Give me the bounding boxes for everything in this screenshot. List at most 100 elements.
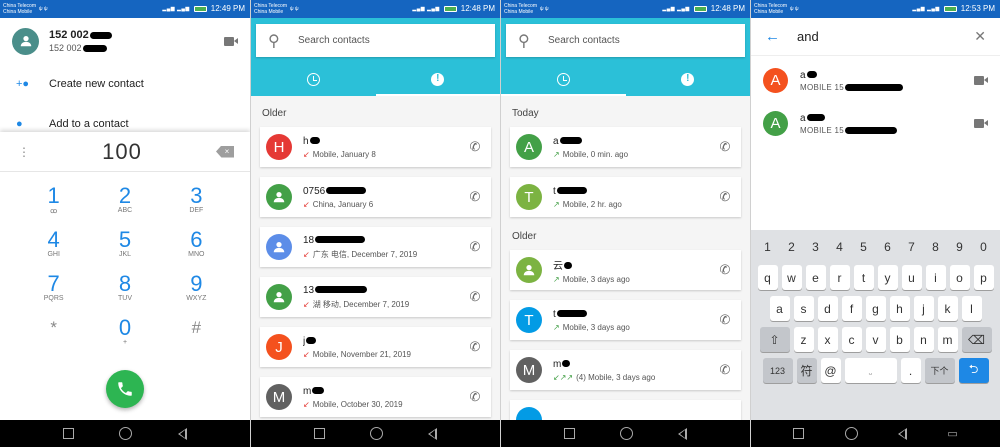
home-icon[interactable]: [369, 427, 383, 440]
key[interactable]: 3: [806, 234, 826, 259]
dial-key[interactable]: 6 MNO: [161, 224, 232, 264]
at-key[interactable]: @: [820, 358, 841, 383]
key[interactable]: f: [841, 296, 862, 321]
video-call-icon[interactable]: [224, 36, 238, 46]
call-log-item[interactable]: 18 ↙ 广东 电信, December 7, 2019 ✆: [260, 227, 491, 267]
key[interactable]: c: [841, 327, 862, 352]
shift-icon[interactable]: ⇧: [759, 327, 790, 352]
call-log-item[interactable]: 13 ↙ 湖 移动, December 7, 2019 ✆: [260, 277, 491, 317]
search-input[interactable]: [298, 35, 448, 46]
key[interactable]: 0: [974, 234, 994, 259]
backspace-icon[interactable]: ×: [216, 145, 234, 158]
key[interactable]: 1: [758, 234, 778, 259]
dial-key[interactable]: *: [18, 312, 89, 352]
recents-icon[interactable]: [793, 428, 805, 439]
phone-icon[interactable]: ✆: [717, 189, 733, 205]
recents-icon[interactable]: [563, 428, 575, 439]
key[interactable]: 7: [902, 234, 922, 259]
dial-key[interactable]: 8 TUV: [89, 268, 160, 308]
key[interactable]: 4: [830, 234, 850, 259]
symbol-key[interactable]: 符: [796, 358, 817, 383]
next-key[interactable]: 下个: [924, 358, 955, 383]
create-contact-row[interactable]: +● Create new contact: [0, 64, 250, 104]
back-icon[interactable]: [897, 427, 907, 440]
search-result[interactable]: Aa MOBILE 15: [751, 59, 1000, 102]
call-log-item[interactable]: 云 ↗ Mobile, 3 days ago ✆: [510, 250, 741, 290]
key[interactable]: x: [817, 327, 838, 352]
matched-contact[interactable]: 152 002 152 002: [0, 18, 250, 64]
key[interactable]: z: [793, 327, 814, 352]
home-icon[interactable]: [619, 427, 633, 440]
key[interactable]: m: [937, 327, 958, 352]
search-bar[interactable]: ⚲: [506, 24, 745, 57]
key[interactable]: b: [889, 327, 910, 352]
phone-icon[interactable]: ✆: [717, 312, 733, 328]
key[interactable]: u: [901, 265, 922, 290]
key[interactable]: 9: [950, 234, 970, 259]
call-log-item[interactable]: Jj ↙ Mobile, November 21, 2019 ✆: [260, 327, 491, 367]
key[interactable]: s: [793, 296, 814, 321]
phone-icon[interactable]: ✆: [467, 189, 483, 205]
dial-key[interactable]: 2 ABC: [89, 180, 160, 220]
key[interactable]: y: [877, 265, 898, 290]
tab-missed[interactable]: !: [375, 62, 501, 96]
call-log-item[interactable]: Tt ↗ Mobile, 2 hr. ago ✆: [510, 177, 741, 217]
home-icon[interactable]: [844, 427, 858, 440]
key[interactable]: 8: [926, 234, 946, 259]
tab-missed[interactable]: !: [626, 62, 751, 96]
search-bar[interactable]: ⚲: [256, 24, 495, 57]
numbers-key[interactable]: 123: [762, 358, 793, 383]
dialed-digits[interactable]: 100: [102, 139, 142, 165]
key[interactable]: d: [817, 296, 838, 321]
phone-icon[interactable]: ✆: [467, 389, 483, 405]
video-call-icon[interactable]: [974, 76, 988, 85]
dial-key[interactable]: 7 PQRS: [18, 268, 89, 308]
home-icon[interactable]: [119, 427, 133, 440]
phone-icon[interactable]: ✆: [717, 262, 733, 278]
key[interactable]: g: [865, 296, 886, 321]
back-icon[interactable]: [178, 427, 188, 440]
dot-key[interactable]: .: [900, 358, 921, 383]
phone-icon[interactable]: ✆: [467, 289, 483, 305]
overflow-menu-icon[interactable]: ⋮: [18, 145, 30, 159]
key[interactable]: 2: [782, 234, 802, 259]
keyboard-hide-icon[interactable]: ▭: [947, 427, 957, 440]
key[interactable]: o: [949, 265, 970, 290]
key[interactable]: j: [913, 296, 934, 321]
back-icon[interactable]: [428, 427, 438, 440]
back-arrow-icon[interactable]: ←: [765, 28, 785, 45]
video-call-icon[interactable]: [974, 119, 988, 128]
call-log-item[interactable]: Tt ↗ Mobile, 3 days ago ✆: [510, 300, 741, 340]
phone-icon[interactable]: ✆: [467, 339, 483, 355]
recents-icon[interactable]: [313, 428, 325, 439]
dial-key[interactable]: 1ꝏ: [18, 180, 89, 220]
key[interactable]: 6: [878, 234, 898, 259]
call-log-item[interactable]: Aa ↗ Mobile, 0 min. ago ✆: [510, 127, 741, 167]
search-input[interactable]: [548, 35, 698, 46]
backspace-icon[interactable]: ⌫: [961, 327, 992, 352]
key[interactable]: 5: [854, 234, 874, 259]
tab-recent[interactable]: [501, 62, 626, 96]
call-log-item[interactable]: Mm ↙↗↗ (4) Mobile, 3 days ago ✆: [510, 350, 741, 390]
dial-key[interactable]: 5 JKL: [89, 224, 160, 264]
phone-icon[interactable]: ✆: [467, 239, 483, 255]
tab-recent[interactable]: [251, 62, 376, 96]
key[interactable]: l: [961, 296, 982, 321]
phone-icon[interactable]: ✆: [717, 139, 733, 155]
phone-icon[interactable]: ✆: [467, 139, 483, 155]
dial-key[interactable]: #: [161, 312, 232, 352]
key[interactable]: r: [829, 265, 850, 290]
key[interactable]: w: [781, 265, 802, 290]
key[interactable]: p: [973, 265, 994, 290]
call-log-item[interactable]: Mm ↙ Mobile, October 30, 2019 ✆: [260, 377, 491, 417]
key[interactable]: q: [757, 265, 778, 290]
call-log-item[interactable]: Hh ↙ Mobile, January 8 ✆: [260, 127, 491, 167]
key[interactable]: k: [937, 296, 958, 321]
clear-icon[interactable]: ✕: [974, 28, 986, 45]
key[interactable]: e: [805, 265, 826, 290]
dial-key[interactable]: 9 WXYZ: [161, 268, 232, 308]
key[interactable]: n: [913, 327, 934, 352]
key[interactable]: i: [925, 265, 946, 290]
dial-key[interactable]: 0 +: [89, 312, 160, 352]
dial-key[interactable]: 4 GHI: [18, 224, 89, 264]
